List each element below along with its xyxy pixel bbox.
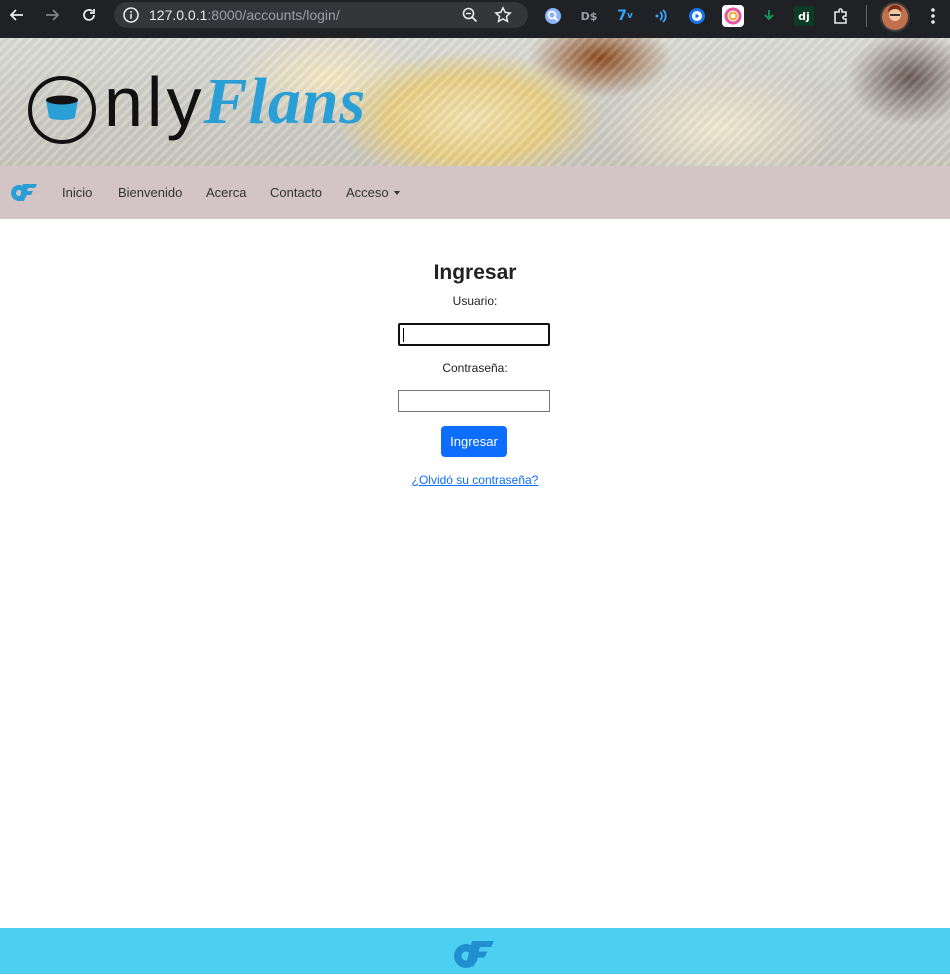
bookmark-star-icon[interactable] <box>494 6 512 24</box>
browser-menu-icon[interactable] <box>922 5 944 27</box>
text-cursor <box>403 328 404 342</box>
nav-acerca[interactable]: Acerca <box>206 185 246 200</box>
forgot-password-link[interactable]: ¿Olvidó su contraseña? <box>412 473 539 487</box>
address-bar[interactable]: 127.0.0.1:8000/accounts/login/ <box>114 2 528 28</box>
extension-ds-icon[interactable]: D$ <box>578 5 600 27</box>
footer-logo-icon[interactable] <box>452 938 496 975</box>
nav-acceso-dropdown[interactable]: Acceso <box>346 185 400 200</box>
extension-translate-icon[interactable]: 7v <box>614 5 636 27</box>
toolbar-divider <box>866 5 867 27</box>
forgot-password-row: ¿Olvidó su contraseña? <box>0 473 950 487</box>
main-navbar: Inicio Bienvenido Acerca Contacto Acceso <box>0 166 950 219</box>
navbar-brand-icon[interactable] <box>10 181 38 208</box>
login-title: Ingresar <box>433 261 517 284</box>
header-banner: nly Flans <box>0 38 950 166</box>
profile-avatar[interactable] <box>880 2 910 32</box>
login-submit-button[interactable]: Ingresar <box>441 426 507 457</box>
dropdown-caret-icon <box>393 190 400 195</box>
url-host: 127.0.0.1 <box>149 7 208 23</box>
logo-word-flans: Flans <box>203 65 367 138</box>
extension-color-circle-icon[interactable] <box>722 5 744 27</box>
page-footer <box>0 928 950 974</box>
logo-word-only: nly <box>104 63 206 141</box>
extension-search-icon[interactable] <box>542 5 564 27</box>
flan-o-logo-icon <box>28 76 96 144</box>
username-label: Usuario: <box>452 294 498 308</box>
extension-download-icon[interactable] <box>758 5 780 27</box>
nav-bienvenido[interactable]: Bienvenido <box>118 185 182 200</box>
nav-inicio[interactable]: Inicio <box>62 185 92 200</box>
extensions-puzzle-icon[interactable] <box>830 5 852 27</box>
password-label: Contraseña: <box>442 361 508 375</box>
extension-play-icon[interactable] <box>686 5 708 27</box>
nav-acceso-label: Acceso <box>346 185 389 200</box>
site-info-icon[interactable] <box>123 7 139 23</box>
browser-toolbar: 127.0.0.1:8000/accounts/login/ D$ 7v dj <box>0 0 950 38</box>
username-input[interactable] <box>398 323 550 346</box>
site-logo: nly Flans <box>26 63 367 144</box>
reload-icon[interactable] <box>77 3 101 27</box>
extension-dj-icon[interactable]: dj <box>794 6 814 26</box>
zoom-icon[interactable] <box>462 7 478 23</box>
url-path: :8000/accounts/login/ <box>207 7 340 23</box>
extension-signal-icon[interactable] <box>650 5 672 27</box>
password-input[interactable] <box>398 390 550 412</box>
back-arrow-icon[interactable] <box>5 3 29 27</box>
nav-contacto[interactable]: Contacto <box>270 185 322 200</box>
forward-arrow-icon[interactable] <box>40 3 64 27</box>
